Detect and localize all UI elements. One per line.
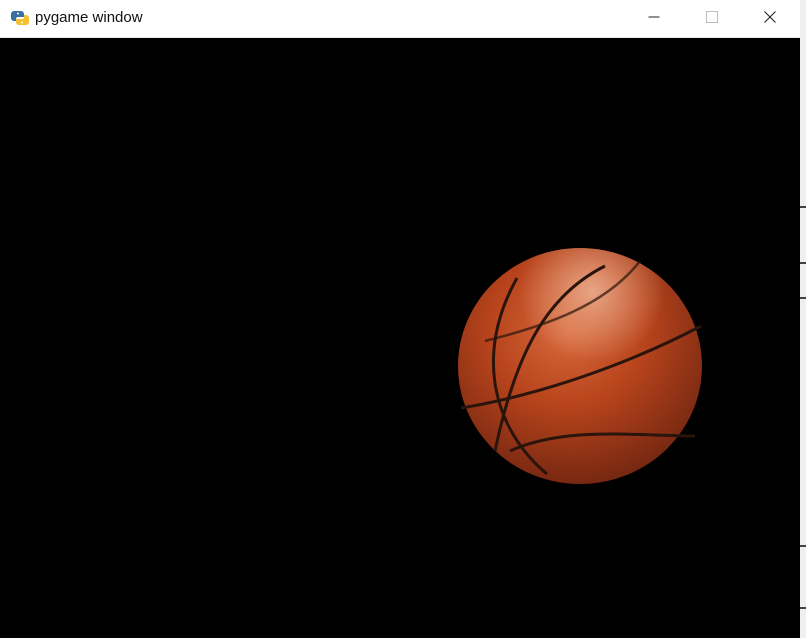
maximize-button[interactable] <box>683 0 741 37</box>
edge-divider <box>800 206 806 208</box>
title-bar[interactable]: pygame window <box>0 0 800 38</box>
minimize-icon <box>648 10 660 28</box>
background-window-edge <box>800 0 806 638</box>
close-button[interactable] <box>741 0 799 37</box>
basketball-sprite <box>458 248 702 484</box>
edge-divider <box>800 262 806 264</box>
pygame-window: pygame window <box>0 0 800 638</box>
edge-divider <box>800 297 806 299</box>
maximize-icon <box>706 10 718 28</box>
edge-divider <box>800 545 806 547</box>
edge-divider <box>800 607 806 609</box>
close-icon <box>764 10 776 28</box>
minimize-button[interactable] <box>625 0 683 37</box>
python-snake-icon <box>10 8 30 28</box>
window-title: pygame window <box>35 9 143 26</box>
game-canvas[interactable] <box>0 38 800 638</box>
